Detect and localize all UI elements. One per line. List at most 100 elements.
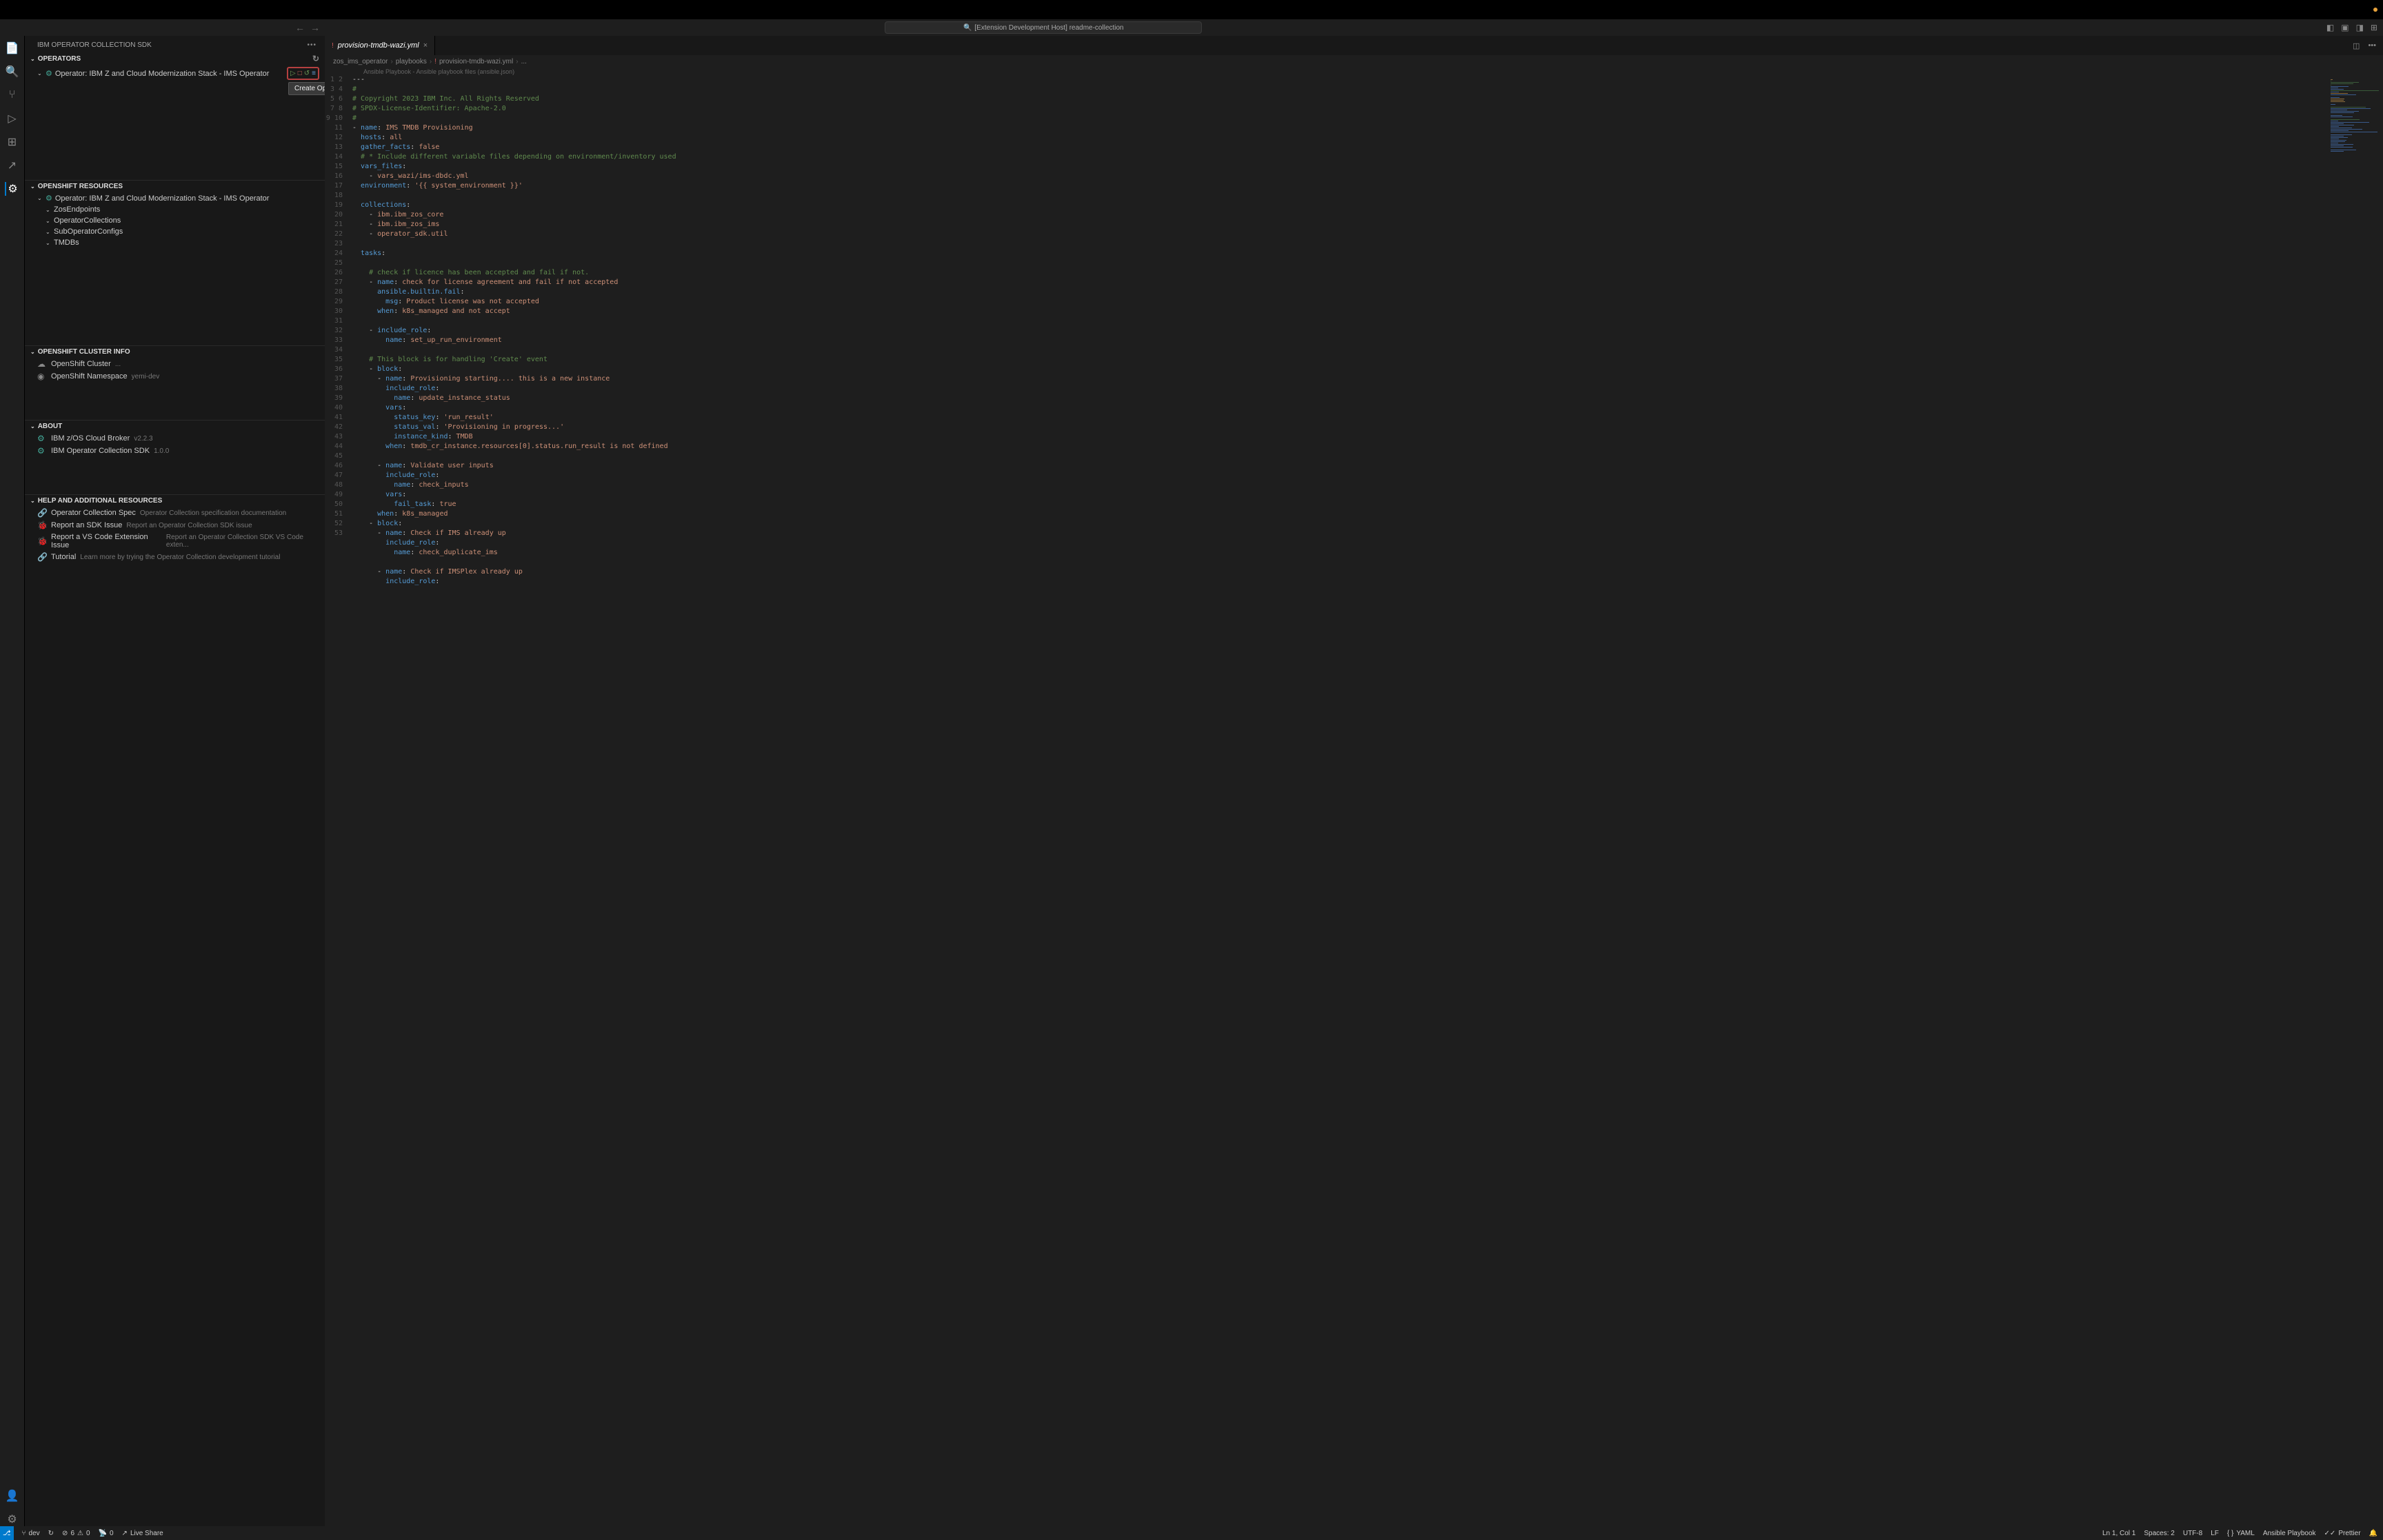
reload-icon[interactable]: ↻: [312, 54, 319, 63]
about-row[interactable]: ⚙ IBM z/OS Cloud Broker v2.2.3: [25, 432, 325, 445]
layout-secondary-sidebar-icon[interactable]: ◨: [2356, 23, 2364, 32]
breadcrumb-item[interactable]: zos_ims_operator: [333, 58, 388, 65]
breadcrumb-item[interactable]: provision-tmdb-wazi.yml: [439, 58, 513, 65]
settings-icon[interactable]: ⚙: [6, 1512, 19, 1526]
about-row[interactable]: ⚙ IBM Operator Collection SDK 1.0.0: [25, 445, 325, 457]
tabs-bar: ! provision-tmdb-wazi.yml × ◫ •••: [325, 36, 2383, 55]
run-debug-icon[interactable]: ▷: [6, 112, 19, 125]
help-row[interactable]: 🔗 Tutorial Learn more by trying the Oper…: [25, 551, 325, 563]
split-editor-icon[interactable]: ◫: [2353, 41, 2360, 50]
play-icon[interactable]: ▷: [290, 70, 296, 77]
nav-forward-icon[interactable]: →: [310, 22, 320, 33]
explorer-icon[interactable]: 📄: [6, 41, 19, 55]
chevron-down-icon: ⌄: [30, 349, 35, 355]
ports-item[interactable]: 📡0: [99, 1530, 114, 1537]
undo-icon[interactable]: ↺: [304, 70, 310, 77]
close-icon[interactable]: ×: [423, 41, 428, 50]
tooltip: Create Operator: [288, 82, 325, 95]
breadcrumb[interactable]: zos_ims_operator › playbooks › ! provisi…: [325, 55, 2383, 68]
encoding-text: UTF-8: [2183, 1530, 2202, 1537]
problems-item[interactable]: ⊘6 ⚠0: [62, 1530, 90, 1537]
help-label: Tutorial: [51, 553, 76, 561]
branch-name: dev: [29, 1530, 40, 1537]
list-icon[interactable]: ≡: [312, 70, 316, 77]
extensions-icon[interactable]: ⊞: [6, 135, 19, 149]
section-cluster-info[interactable]: ⌄ OPENSHIFT CLUSTER INFO: [25, 346, 325, 358]
indentation-item[interactable]: Spaces: 2: [2144, 1530, 2174, 1537]
info-sublabel: ...: [115, 361, 121, 368]
section-about[interactable]: ⌄ ABOUT: [25, 421, 325, 432]
layout-customize-icon[interactable]: ⊞: [2371, 23, 2377, 32]
breadcrumb-item[interactable]: playbooks: [396, 58, 427, 65]
resource-child-row[interactable]: ⌄ TMDBs: [25, 237, 325, 248]
layout-panel-icon[interactable]: ▣: [2341, 23, 2349, 32]
remote-explorer-icon[interactable]: ↗: [6, 159, 19, 172]
editor-area: ! provision-tmdb-wazi.yml × ◫ ••• zos_im…: [325, 36, 2383, 1526]
lang-ext-item[interactable]: { } YAML: [2227, 1530, 2255, 1537]
window-indicator-dot: [2373, 8, 2377, 12]
section-label: OPERATORS: [38, 55, 81, 63]
nav-back-icon[interactable]: ←: [295, 22, 305, 33]
chevron-down-icon: ⌄: [46, 207, 51, 213]
chevron-down-icon: ⌄: [30, 498, 35, 504]
liveshare-item[interactable]: ↗ Live Share: [122, 1530, 163, 1537]
resource-child-row[interactable]: ⌄ ZosEndpoints: [25, 204, 325, 215]
chevron-down-icon: ⌄: [37, 195, 43, 201]
radio-icon: 📡: [99, 1530, 107, 1537]
help-sublabel: Report an Operator Collection SDK issue: [126, 522, 252, 529]
section-operators[interactable]: ⌄ OPERATORS ↻: [25, 52, 325, 65]
branch-item[interactable]: ⑂ dev: [22, 1530, 40, 1537]
ibm-operator-icon[interactable]: ⚙: [5, 182, 19, 196]
code-editor[interactable]: --- # # Copyright 2023 IBM Inc. All Righ…: [352, 75, 2328, 1526]
operator-row[interactable]: ⌄ ⚙ Operator: IBM Z and Cloud Modernizat…: [25, 65, 325, 81]
source-control-icon[interactable]: ⑂: [6, 88, 19, 102]
notifications-icon[interactable]: 🔔: [2369, 1530, 2377, 1537]
operator-actions-highlight: ▷ □ ↺ ≡ Create Operator: [287, 67, 319, 80]
eol-item[interactable]: LF: [2211, 1530, 2219, 1537]
help-row[interactable]: 🐞 Report a VS Code Extension Issue Repor…: [25, 531, 325, 551]
lang-mode-item[interactable]: Ansible Playbook: [2263, 1530, 2316, 1537]
top-bar: ← → 🔍 [Extension Development Host] readm…: [0, 19, 2383, 36]
sidebar-more-icon[interactable]: •••: [307, 41, 316, 49]
sync-item[interactable]: ↻: [48, 1530, 54, 1537]
section-help[interactable]: ⌄ HELP AND ADDITIONAL RESOURCES: [25, 495, 325, 507]
cluster-info-row[interactable]: ◉ OpenShift Namespace yemi-dev: [25, 370, 325, 383]
stop-icon[interactable]: □: [298, 70, 302, 77]
section-openshift-resources[interactable]: ⌄ OPENSHIFT RESOURCES: [25, 181, 325, 192]
info-label: OpenShift Cluster: [51, 360, 111, 368]
gear-icon: ⚙: [46, 194, 52, 203]
breadcrumb-item[interactable]: ...: [521, 58, 527, 65]
cursor-position[interactable]: Ln 1, Col 1: [2102, 1530, 2135, 1537]
accounts-icon[interactable]: 👤: [6, 1489, 19, 1503]
help-row[interactable]: 🐞 Report an SDK Issue Report an Operator…: [25, 519, 325, 531]
tab-active[interactable]: ! provision-tmdb-wazi.yml ×: [325, 36, 435, 55]
liveshare-label: Live Share: [130, 1530, 163, 1537]
minimap[interactable]: [2328, 75, 2383, 1526]
prettier-item[interactable]: ✓✓ Prettier: [2324, 1530, 2361, 1537]
remote-indicator[interactable]: ⎇: [0, 1526, 14, 1540]
layout-primary-sidebar-icon[interactable]: ◧: [2326, 23, 2334, 32]
check-icon: ✓✓: [2324, 1530, 2336, 1537]
more-actions-icon[interactable]: •••: [2368, 41, 2376, 50]
cluster-info-row[interactable]: ☁ OpenShift Cluster ...: [25, 358, 325, 370]
resource-root-label: Operator: IBM Z and Cloud Modernization …: [55, 194, 270, 203]
brace-icon: { }: [2227, 1530, 2233, 1537]
help-row[interactable]: 🔗 Operator Collection Spec Operator Coll…: [25, 507, 325, 519]
yaml-file-icon: !: [332, 42, 334, 50]
chevron-down-icon: ⌄: [46, 240, 51, 246]
encoding-item[interactable]: UTF-8: [2183, 1530, 2202, 1537]
help-sublabel: Learn more by trying the Operator Collec…: [80, 554, 280, 561]
sidebar: IBM OPERATOR COLLECTION SDK ••• ⌄ OPERAT…: [25, 36, 325, 1526]
chevron-down-icon: ⌄: [30, 183, 35, 190]
resource-child-row[interactable]: ⌄ SubOperatorConfigs: [25, 226, 325, 237]
command-center[interactable]: 🔍 [Extension Development Host] readme-co…: [885, 21, 1202, 34]
section-label: HELP AND ADDITIONAL RESOURCES: [38, 497, 163, 505]
search-placeholder: [Extension Development Host] readme-coll…: [974, 24, 1123, 32]
search-icon[interactable]: 🔍: [6, 65, 19, 79]
resource-child-row[interactable]: ⌄ OperatorCollections: [25, 215, 325, 226]
status-bar: ⎇ ⑂ dev ↻ ⊘6 ⚠0 📡0 ↗ Live Share Ln 1, Co…: [0, 1526, 2383, 1540]
help-label: Report an SDK Issue: [51, 521, 122, 529]
activity-bar: 📄 🔍 ⑂ ▷ ⊞ ↗ ⚙ 👤 ⚙: [0, 36, 25, 1526]
resource-root-row[interactable]: ⌄ ⚙ Operator: IBM Z and Cloud Modernizat…: [25, 192, 325, 204]
help-label: Operator Collection Spec: [51, 509, 136, 517]
